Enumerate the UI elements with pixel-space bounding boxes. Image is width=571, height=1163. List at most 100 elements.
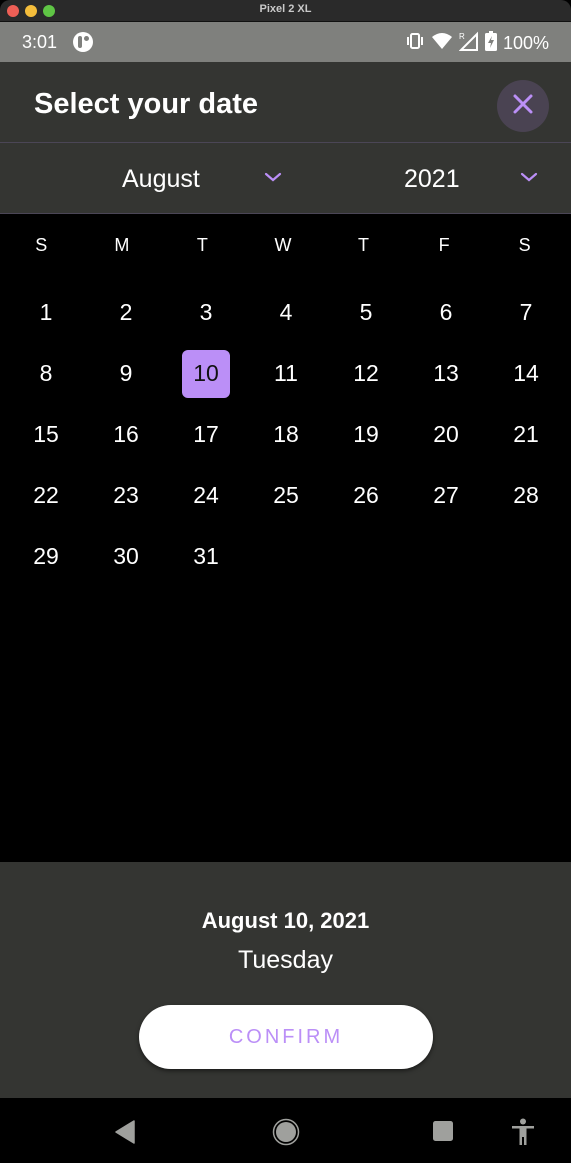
day-cell[interactable]: 29 [6,526,86,587]
day-number: 9 [119,360,133,386]
dialog-header: Select your date [0,62,571,143]
day-number: 30 [113,543,139,569]
day-cell[interactable]: 9 [86,343,166,404]
day-number: 24 [193,482,219,508]
day-cell[interactable]: 16 [86,404,166,465]
day-number: 19 [353,421,379,447]
day-number: 8 [39,360,53,386]
day-number: 18 [273,421,299,447]
weekday-header: S M T W T F S [1,235,568,256]
day-cell[interactable]: 18 [246,404,326,465]
month-year-pickers: August 2021 [0,143,571,214]
close-button[interactable] [497,80,549,132]
status-bar: 3:01 R 100% [0,22,571,62]
day-cell[interactable]: 4 [246,282,326,343]
day-cell[interactable]: 20 [406,404,486,465]
day-number: 26 [353,482,379,508]
calendar-grid: S M T W T F S 1 2 3 4 5 6 7 8 9 10 11 12 13 14 15 16 17 1… [0,215,571,862]
recents-icon[interactable] [432,1120,454,1147]
day-number: 14 [513,360,539,386]
day-number: 25 [273,482,299,508]
year-value: 2021 [404,165,460,193]
day-cell[interactable]: 19 [326,404,406,465]
svg-text:R: R [459,32,465,41]
day-number: 11 [274,360,298,386]
vibrate-icon [405,32,425,55]
battery-charging-icon [484,31,497,56]
weekday-label: T [358,235,370,255]
day-cell[interactable]: 31 [166,526,246,587]
day-number: 7 [519,299,533,325]
weekday-label: W [274,235,292,255]
day-cell[interactable]: 13 [406,343,486,404]
day-number: 10 [182,349,230,398]
day-number: 4 [279,299,293,325]
day-number: 17 [193,421,219,447]
day-cell[interactable]: 17 [166,404,246,465]
day-cell[interactable]: 27 [406,465,486,526]
day-cell[interactable]: 2 [86,282,166,343]
day-number: 29 [33,543,59,569]
selected-date: August 10, 2021 [201,908,370,933]
day-number: 31 [193,543,219,569]
day-cell[interactable]: 28 [486,465,566,526]
weekday-label: F [438,235,450,255]
day-number: 13 [433,360,459,386]
day-cell[interactable]: 15 [6,404,86,465]
weekday-label: M [114,235,130,255]
day-number: 23 [113,482,139,508]
status-time: 3:01 [22,32,58,52]
weekday-label: S [35,235,48,255]
day-cell[interactable]: 14 [486,343,566,404]
day-cell[interactable]: 24 [166,465,246,526]
day-number: 28 [513,482,539,508]
page-title: Select your date [34,88,259,120]
window-title: Pixel 2 XL [259,3,312,15]
battery-percentage: 100% [502,33,549,53]
weekday-label: S [518,235,531,255]
chevron-down-icon [519,170,539,189]
month-value: August [122,165,200,193]
day-cell[interactable]: 23 [86,465,166,526]
day-cell[interactable]: 26 [326,465,406,526]
day-number: 21 [513,421,539,447]
selection-summary: August 10, 2021 Tuesday CONFIRM [0,862,571,1098]
day-cells: 1 2 3 4 5 6 7 8 9 10 11 12 13 14 15 16 17 18 19 20 21 22 23 24 2… [6,282,566,587]
day-number: 2 [119,299,133,325]
day-number: 27 [433,482,459,508]
day-cell[interactable]: 22 [6,465,86,526]
day-cell[interactable]: 5 [326,282,406,343]
confirm-button[interactable]: CONFIRM [139,1005,433,1069]
day-cell[interactable]: 8 [6,343,86,404]
accessibility-icon[interactable] [511,1118,535,1151]
selected-weekday: Tuesday [238,946,333,974]
day-cell[interactable]: 3 [166,282,246,343]
day-cell[interactable]: 1 [6,282,86,343]
day-number: 1 [39,299,53,325]
close-icon [512,93,534,120]
weekday-label: T [196,235,208,255]
day-number: 3 [199,299,213,325]
year-dropdown[interactable]: 2021 [390,159,550,199]
home-icon[interactable] [272,1118,300,1151]
day-cell[interactable]: 21 [486,404,566,465]
day-number: 5 [359,299,373,325]
navigation-bar [0,1098,571,1163]
back-icon[interactable] [114,1120,136,1149]
day-cell[interactable]: 25 [246,465,326,526]
day-cell[interactable]: 6 [406,282,486,343]
day-cell[interactable]: 11 [246,343,326,404]
day-number: 22 [33,482,59,508]
day-cell[interactable]: 30 [86,526,166,587]
day-cell-selected[interactable]: 10 [166,343,246,404]
day-number: 20 [433,421,459,447]
day-number: 16 [113,421,139,447]
roaming-signal-icon: R [458,31,479,56]
day-cell[interactable]: 7 [486,282,566,343]
month-dropdown[interactable]: August [100,159,290,199]
day-number: 6 [439,299,453,325]
chevron-down-icon [263,170,283,189]
wifi-icon [431,32,453,55]
day-number: 12 [353,360,379,386]
day-cell[interactable]: 12 [326,343,406,404]
